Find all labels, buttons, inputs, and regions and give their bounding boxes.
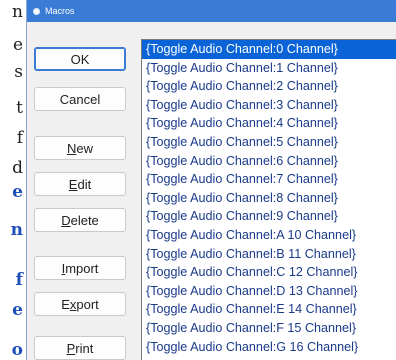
background-text: f <box>16 128 23 148</box>
import-button-label: Import <box>61 260 99 276</box>
export-button[interactable]: Export <box>34 292 126 316</box>
background-text: s <box>14 62 23 82</box>
macro-list-item[interactable]: {Toggle Audio Channel:2 Channel} <box>142 77 396 96</box>
background-link-text: e <box>12 300 23 320</box>
macro-list-item[interactable]: {Toggle Audio Channel:9 Channel} <box>142 207 396 226</box>
macro-list-item[interactable]: {Toggle Audio Channel:0 Channel} <box>142 40 396 59</box>
macro-list-item[interactable]: {Toggle Audio Channel:A 10 Channel} <box>142 226 396 245</box>
new-button-label: New <box>66 140 93 156</box>
macro-list-item[interactable]: {Toggle Audio Channel:3 Channel} <box>142 96 396 115</box>
window-title: Macros <box>45 6 75 16</box>
macro-list-item[interactable]: {Toggle Audio Channel:E 14 Channel} <box>142 300 396 319</box>
import-button[interactable]: Import <box>34 256 126 280</box>
new-button[interactable]: New <box>34 136 126 160</box>
background-text: d <box>12 158 23 178</box>
app-icon <box>33 7 40 15</box>
macros-dialog: Macros OK Cancel New Edit Delete Import … <box>26 0 396 360</box>
title-bar[interactable]: Macros <box>27 0 396 22</box>
ok-button-label: OK <box>70 51 90 67</box>
print-button[interactable]: Print <box>34 336 126 360</box>
macro-list-item[interactable]: {Toggle Audio Channel:F 15 Channel} <box>142 319 396 338</box>
delete-button[interactable]: Delete <box>34 208 126 232</box>
macro-list-item[interactable]: {Toggle Audio Channel:4 Channel} <box>142 114 396 133</box>
edit-button-label: Edit <box>68 176 92 192</box>
background-link-text: e <box>12 182 23 202</box>
macro-list-item[interactable]: {Toggle Audio Channel:G 16 Channel} <box>142 338 396 357</box>
macro-list-item[interactable]: {Toggle Audio Channel:C 12 Channel} <box>142 263 396 282</box>
cancel-button[interactable]: Cancel <box>34 87 126 111</box>
edit-button[interactable]: Edit <box>34 172 126 196</box>
macro-list-item[interactable]: {Toggle Audio Channel:5 Channel} <box>142 133 396 152</box>
macro-list-item[interactable]: {Toggle Audio Channel:B 11 Channel} <box>142 245 396 264</box>
background-link-text: o <box>11 340 23 360</box>
background-link-text: n <box>10 220 23 240</box>
export-button-label: Export <box>61 296 99 312</box>
delete-button-label: Delete <box>61 212 99 228</box>
macro-list-item[interactable]: {Toggle Audio Channel:D 13 Channel} <box>142 282 396 301</box>
macro-list-item[interactable]: {Toggle Audio Channel:8 Channel} <box>142 189 396 208</box>
background-link-text: f <box>15 270 23 290</box>
background-text: t <box>16 98 23 118</box>
print-button-label: Print <box>66 340 94 356</box>
ok-button[interactable]: OK <box>34 47 126 71</box>
background-text: n <box>12 2 23 22</box>
background-document: n e s t f d e n f e o <box>0 0 26 360</box>
cancel-button-label: Cancel <box>59 91 101 107</box>
background-text: e <box>12 35 23 55</box>
macro-list-item[interactable]: {Toggle Audio Channel:6 Channel} <box>142 152 396 171</box>
macro-list-item[interactable]: {Toggle Audio Channel:7 Channel} <box>142 170 396 189</box>
macro-list-item[interactable]: {Toggle Audio Channel:1 Channel} <box>142 59 396 78</box>
macro-list[interactable]: {Toggle Audio Channel:0 Channel} {Toggle … <box>141 39 396 360</box>
